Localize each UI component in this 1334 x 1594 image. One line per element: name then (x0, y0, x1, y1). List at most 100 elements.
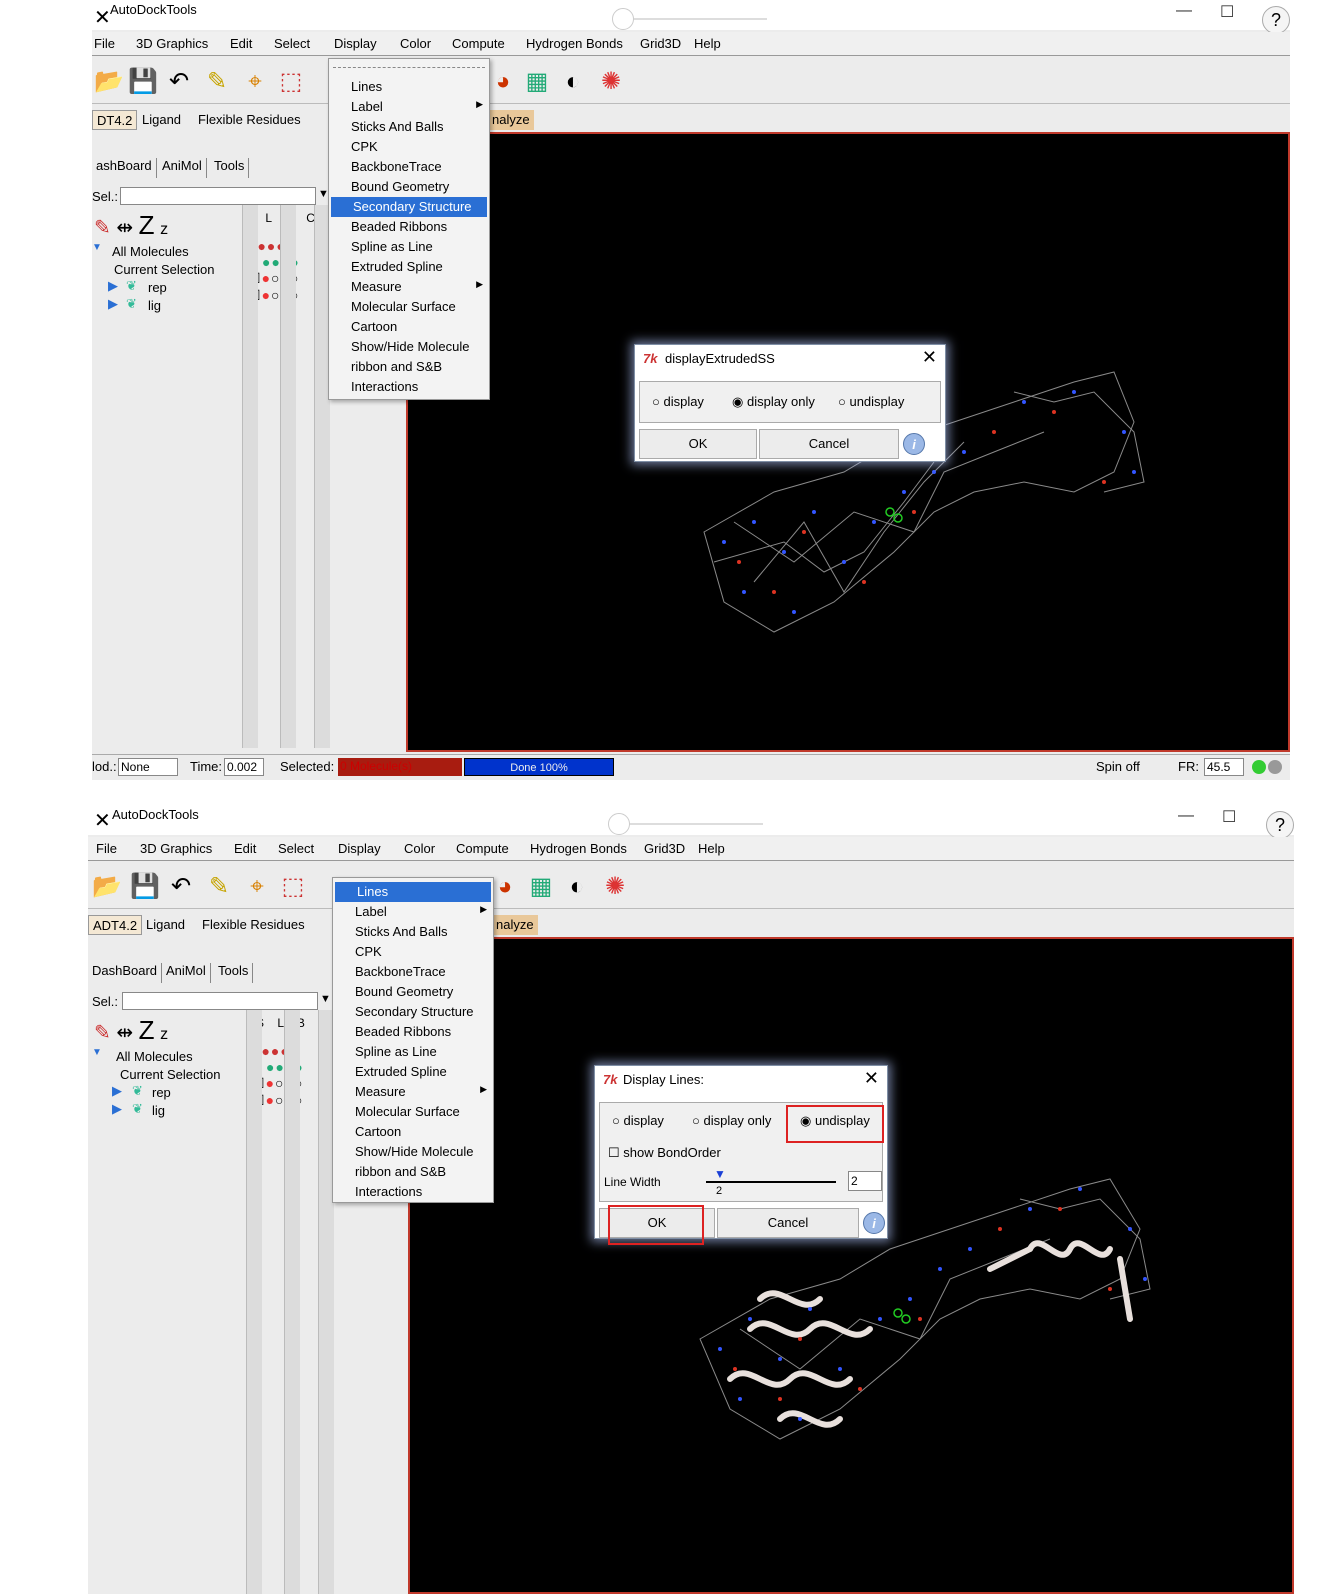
menu-file[interactable]: File (94, 36, 115, 51)
menu-item-show-hide[interactable]: Show/Hide Molecule (329, 337, 489, 357)
tab-dashboard[interactable]: ashBoard (92, 158, 157, 178)
triangle-right-icon[interactable]: ▶ (112, 1083, 122, 1099)
tab-analyze[interactable]: nalyze (492, 915, 538, 935)
menu-item-lines[interactable]: Lines (329, 77, 489, 97)
checkbox-show-bondorder[interactable]: ☐ show BondOrder (608, 1145, 721, 1161)
menu-item-extruded-spline[interactable]: Extruded Spline (333, 1062, 493, 1082)
tree-lig[interactable]: lig (152, 1103, 165, 1118)
z-icon[interactable]: Z (139, 210, 155, 240)
menu-item-secondary-structure[interactable]: Secondary Structure (331, 197, 487, 217)
crosshair-icon[interactable]: ⌖ (238, 66, 272, 98)
menu-item-molecular-surface[interactable]: Molecular Surface (329, 297, 489, 317)
undo-icon[interactable]: ↶ (162, 66, 196, 98)
menu-select[interactable]: Select (274, 36, 310, 51)
3d-viewer[interactable] (408, 937, 1294, 1594)
glasses-icon[interactable]: ◐ (556, 66, 590, 98)
menu-file[interactable]: File (96, 841, 117, 856)
tab-tools[interactable]: Tools (210, 158, 250, 178)
tree-rep[interactable]: rep (152, 1085, 171, 1100)
menu-item-label[interactable]: Label ▶ (329, 97, 489, 117)
info-icon[interactable]: i (903, 433, 925, 455)
triangle-down-icon[interactable]: ▼ (92, 1047, 102, 1058)
menu-hydrogen-bonds[interactable]: Hydrogen Bonds (530, 841, 627, 856)
menu-item-backbonetrace[interactable]: BackboneTrace (329, 157, 489, 177)
triangle-right-icon[interactable]: ▶ (112, 1101, 122, 1117)
slider-thumb-icon[interactable]: ▼ (714, 1167, 726, 1181)
menu-item-extruded-spline[interactable]: Extruded Spline (329, 257, 489, 277)
menu-help[interactable]: Help (694, 36, 721, 51)
radio-display-only[interactable]: ○ display only (692, 1113, 771, 1128)
menu-item-show-hide[interactable]: Show/Hide Molecule (333, 1142, 493, 1162)
maximize-icon[interactable]: ☐ (1220, 2, 1234, 22)
chart-icon[interactable]: ▦ (520, 66, 554, 98)
menu-color[interactable]: Color (404, 841, 435, 856)
tab-adt[interactable]: DT4.2 (92, 110, 138, 130)
tree-rep[interactable]: rep (148, 280, 167, 295)
tree-current-selection[interactable]: Current Selection (120, 1067, 220, 1082)
minimize-icon[interactable]: — (1178, 807, 1194, 825)
selection-input[interactable] (120, 187, 316, 205)
menu-compute[interactable]: Compute (452, 36, 505, 51)
menu-item-ribbon-sb[interactable]: ribbon and S&B (329, 357, 489, 377)
tab-adt[interactable]: ADT4.2 (88, 915, 143, 935)
menu-item-cpk[interactable]: CPK (329, 137, 489, 157)
menu-3d-graphics[interactable]: 3D Graphics (136, 36, 208, 51)
menu-hydrogen-bonds[interactable]: Hydrogen Bonds (526, 36, 623, 51)
select-tool-icon[interactable]: ✎ (94, 1022, 111, 1044)
spin-label[interactable]: Spin off (1096, 759, 1140, 774)
z-small-icon[interactable]: z (160, 1026, 168, 1043)
z-small-icon[interactable]: z (160, 221, 168, 238)
menu-help[interactable]: Help (698, 841, 725, 856)
tab-flexible-residues[interactable]: Flexible Residues (194, 110, 305, 130)
bracket-icon[interactable]: ⇹ (116, 217, 133, 239)
tear-off-line[interactable] (333, 67, 485, 68)
minimize-icon[interactable]: — (1176, 2, 1192, 20)
menu-item-beaded-ribbons[interactable]: Beaded Ribbons (329, 217, 489, 237)
pie-icon[interactable]: ◕ (486, 66, 520, 98)
menu-grid3d[interactable]: Grid3D (644, 841, 685, 856)
menu-item-cpk[interactable]: CPK (333, 942, 493, 962)
menu-item-backbonetrace[interactable]: BackboneTrace (333, 962, 493, 982)
menu-item-cartoon[interactable]: Cartoon (329, 317, 489, 337)
triangle-right-icon[interactable]: ▶ (108, 278, 118, 294)
cancel-button[interactable]: Cancel (759, 429, 899, 459)
open-folder-icon[interactable]: 📂 (92, 66, 126, 98)
menu-item-bound-geometry[interactable]: Bound Geometry (329, 177, 489, 197)
menu-item-spline-as-line[interactable]: Spline as Line (329, 237, 489, 257)
triangle-right-icon[interactable]: ▶ (108, 296, 118, 312)
menu-item-measure[interactable]: Measure ▶ (329, 277, 489, 297)
radio-display[interactable]: ○ display (612, 1113, 664, 1128)
menu-item-sticks-balls[interactable]: Sticks And Balls (333, 922, 493, 942)
tab-animol[interactable]: AniMol (158, 158, 207, 178)
slider-knob[interactable] (608, 813, 630, 835)
chevron-down-icon[interactable]: ▼ (320, 993, 331, 1005)
radio-undisplay[interactable]: ○ undisplay (838, 394, 904, 409)
menu-item-lines[interactable]: Lines (335, 882, 491, 902)
save-icon[interactable]: 💾 (126, 66, 160, 98)
menu-display[interactable]: Display (334, 36, 377, 51)
chart-icon[interactable]: ▦ (524, 871, 558, 903)
maximize-icon[interactable]: ☐ (1222, 807, 1236, 827)
tab-analyze[interactable]: nalyze (488, 110, 534, 130)
tab-dashboard[interactable]: DashBoard (88, 963, 163, 983)
tab-animol[interactable]: AniMol (162, 963, 211, 983)
molecule-icon[interactable]: ✺ (594, 66, 628, 98)
undo-icon[interactable]: ↶ (164, 871, 198, 903)
help-button[interactable]: ? (1262, 6, 1290, 34)
tab-ligand[interactable]: Ligand (142, 915, 189, 935)
menu-select[interactable]: Select (278, 841, 314, 856)
menu-item-molecular-surface[interactable]: Molecular Surface (333, 1102, 493, 1122)
menu-display[interactable]: Display (338, 841, 381, 856)
crosshair-icon[interactable]: ⌖ (240, 871, 274, 903)
menu-item-label[interactable]: Label ▶ (333, 902, 493, 922)
tree-all-molecules[interactable]: All Molecules (112, 244, 189, 259)
slider-knob[interactable] (612, 8, 634, 30)
menu-color[interactable]: Color (400, 36, 431, 51)
menu-item-spline-as-line[interactable]: Spline as Line (333, 1042, 493, 1062)
menu-item-ribbon-sb[interactable]: ribbon and S&B (333, 1162, 493, 1182)
radio-display-only[interactable]: ◉ display only (732, 394, 815, 410)
tab-ligand[interactable]: Ligand (138, 110, 185, 130)
menu-item-interactions[interactable]: Interactions (329, 377, 489, 397)
selection-icon[interactable]: ⬚ (276, 871, 310, 903)
menu-3d-graphics[interactable]: 3D Graphics (140, 841, 212, 856)
